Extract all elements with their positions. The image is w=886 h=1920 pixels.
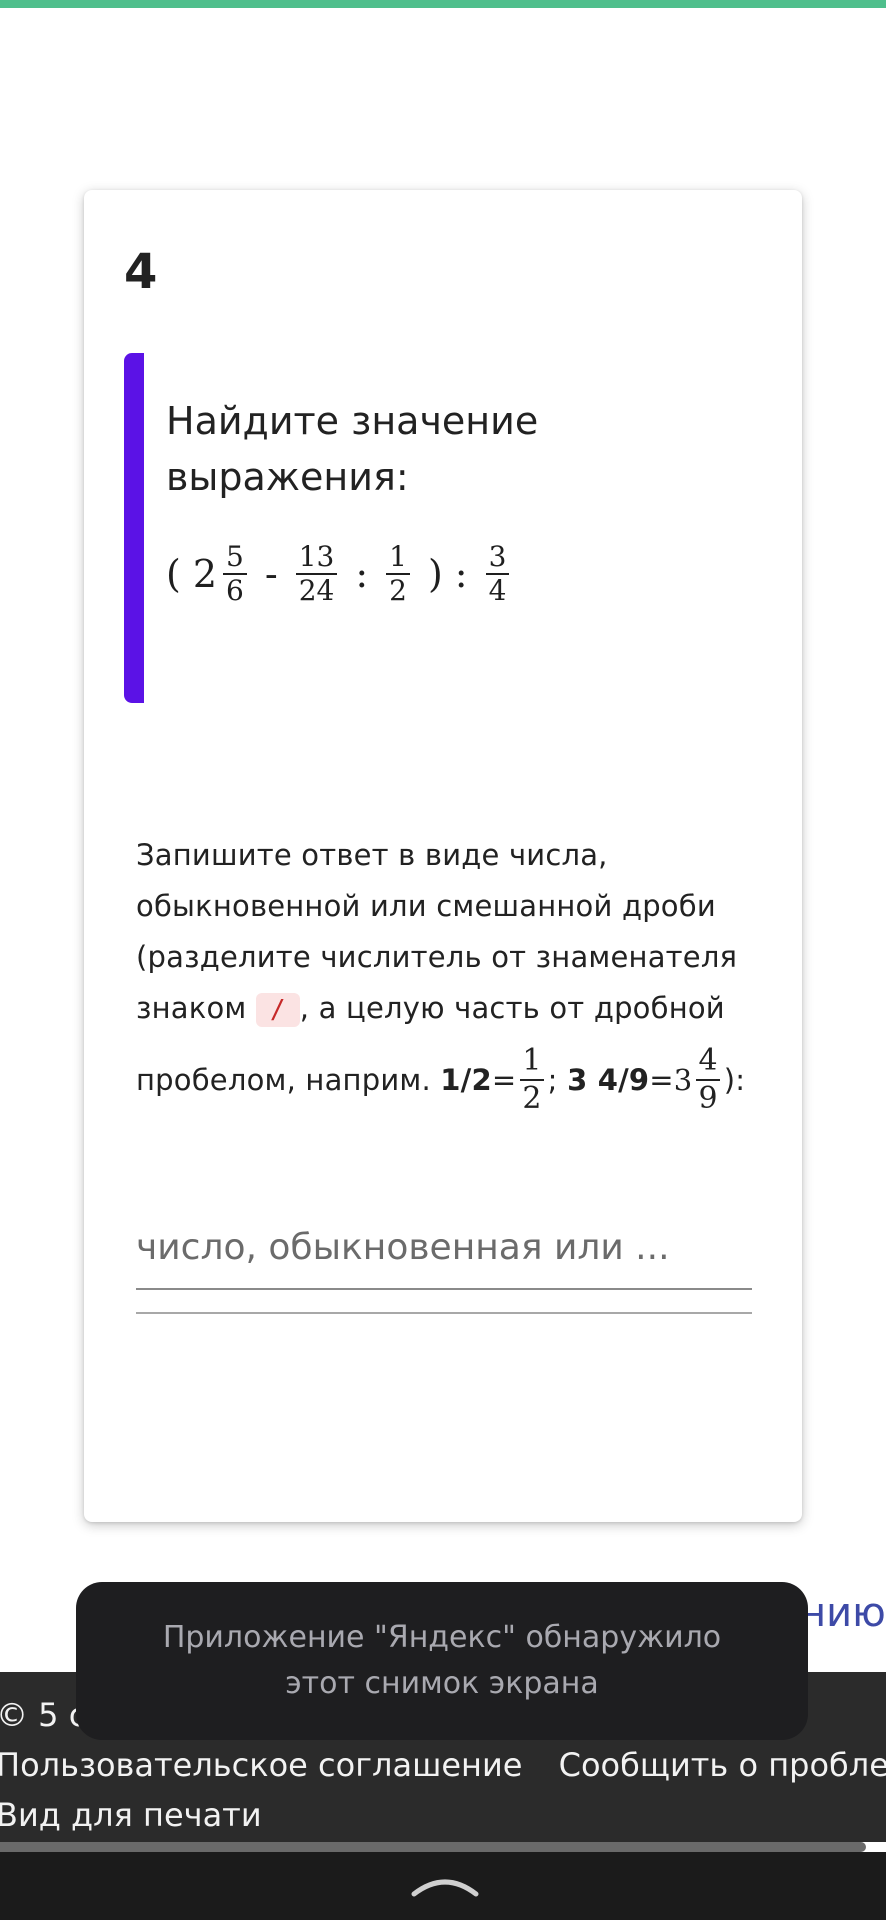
expr-fraction-2: 13 24 — [295, 541, 338, 607]
equals-sign: = — [649, 1062, 674, 1097]
instruction-line: Запишите ответ в виде числа, — [136, 838, 608, 872]
fraction-denominator: 9 — [698, 1081, 718, 1116]
closing-text: ): — [723, 1062, 746, 1097]
chevron-up-icon[interactable] — [410, 1872, 480, 1898]
screenshot-toast: Приложение "Яндекс" обнаружило этот сним… — [76, 1582, 808, 1740]
footer-link-agreement[interactable]: Пользовательское соглашение — [0, 1746, 522, 1784]
input-divider — [136, 1312, 752, 1314]
toast-message: Приложение "Яндекс" обнаружило этот сним… — [162, 1620, 722, 1701]
slash-code-chip: / — [255, 993, 300, 1027]
instruction-line: (разделите числитель от знаменателя — [136, 940, 738, 974]
expr-divide-1: : — [355, 552, 369, 596]
instruction-text: , а целую часть от дробной — [299, 991, 725, 1025]
example-2-fraction: 4 9 — [696, 1043, 720, 1117]
task-number: 4 — [124, 244, 158, 300]
expr-divide-2: : — [454, 552, 468, 596]
input-underline — [136, 1288, 752, 1290]
task-card: 4 Найдите значение выражения: ( 2 5 6 - … — [84, 190, 802, 1522]
expr-minus: - — [264, 552, 278, 596]
footer-link-print[interactable]: Вид для печати — [0, 1796, 262, 1834]
example-1-fraction: 1 2 — [520, 1043, 544, 1117]
footer-link-report[interactable]: Сообщить о пробле — [559, 1746, 886, 1784]
instruction-text: знаком — [136, 991, 247, 1025]
answer-input[interactable] — [136, 1220, 752, 1274]
instruction-example-line: пробелом, наприм. 1/2 = 1 2 ; 3 4/9 = 3 4 9… — [136, 1034, 756, 1126]
screen: 4 Найдите значение выражения: ( 2 5 6 - … — [0, 0, 886, 1920]
fraction-numerator: 5 — [223, 541, 247, 575]
footer-links: Пользовательское соглашение Сообщить о п… — [0, 1746, 886, 1784]
fraction-denominator: 24 — [298, 574, 335, 607]
expr-close-paren: ) — [427, 552, 443, 596]
expr-whole: 2 — [192, 552, 218, 596]
system-navigation-bar — [0, 1852, 886, 1920]
math-expression: ( 2 5 6 - 13 24 : 1 2): 3 4 — [166, 541, 515, 607]
example-2-whole: 3 — [673, 1062, 693, 1097]
fraction-numerator: 3 — [485, 541, 510, 575]
task-accent-bar — [124, 353, 144, 703]
fraction-numerator: 1 — [520, 1043, 544, 1081]
fraction-denominator: 4 — [488, 574, 507, 607]
example-2-text: 3 4/9 — [567, 1062, 650, 1097]
expr-fraction-4: 3 4 — [485, 541, 510, 607]
fraction-numerator: 13 — [295, 541, 338, 575]
fraction-denominator: 2 — [522, 1081, 542, 1116]
fraction-denominator: 2 — [389, 574, 407, 607]
expr-open-paren: ( — [166, 552, 181, 596]
equals-sign: = — [491, 1062, 517, 1097]
fraction-denominator: 6 — [226, 574, 244, 607]
top-accent-bar — [0, 0, 886, 8]
instruction-text: пробелом, наприм. — [136, 1062, 431, 1097]
fraction-numerator: 4 — [696, 1043, 720, 1081]
instruction-line: знаком /, а целую часть от дробной — [136, 983, 756, 1034]
answer-instructions: Запишите ответ в виде числа, обыкновенно… — [136, 830, 756, 1126]
expr-fraction-3: 1 2 — [386, 541, 410, 607]
fraction-numerator: 1 — [386, 541, 410, 575]
separator: ; — [547, 1062, 558, 1097]
instruction-line: обыкновенной или смешанной дроби — [136, 889, 716, 923]
task-statement: Найдите значение выражения: ( 2 5 6 - 13… — [124, 353, 764, 703]
expr-fraction-1: 5 6 — [223, 541, 247, 607]
horizontal-scrollbar[interactable] — [0, 1842, 866, 1852]
footer-copyright: © 5 с — [0, 1696, 87, 1734]
example-1-text: 1/2 — [440, 1062, 492, 1097]
task-prompt: Найдите значение выражения: — [166, 399, 539, 499]
partial-link[interactable]: нию — [800, 1590, 886, 1636]
